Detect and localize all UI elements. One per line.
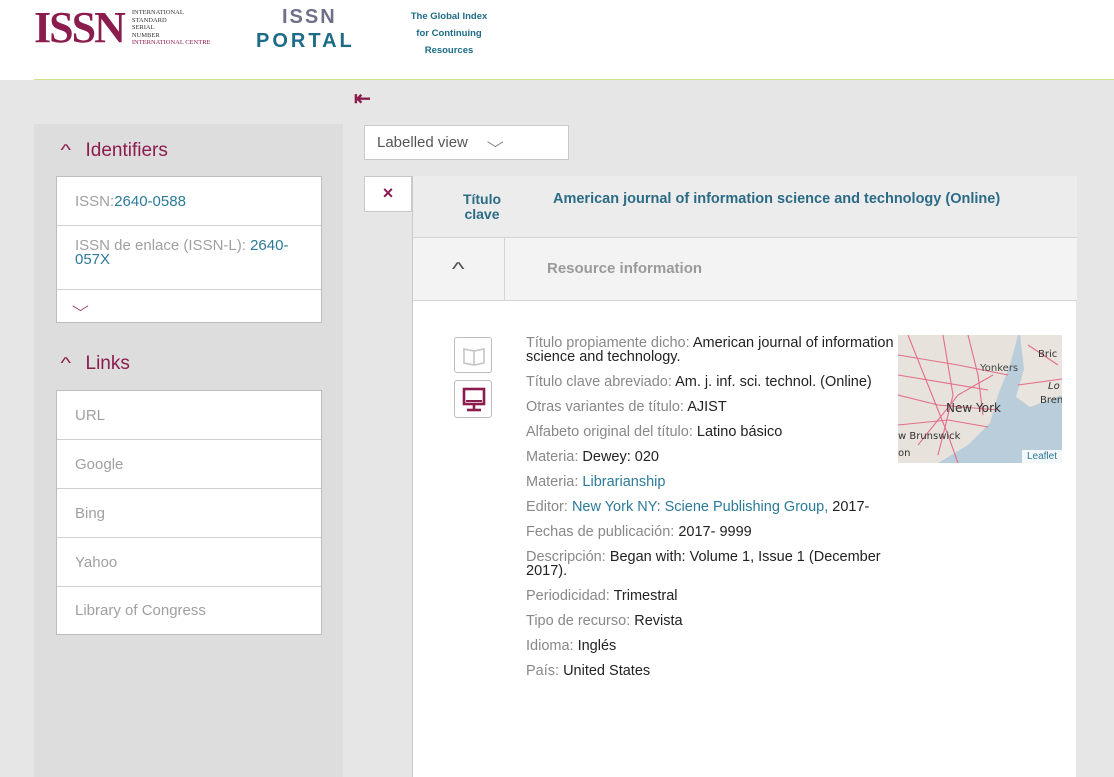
title-value: American journal of information science … — [553, 191, 1001, 207]
tagline-line: The Global Index — [410, 11, 488, 22]
header-divider — [34, 79, 1114, 80]
issn-word: SERIAL — [131, 24, 155, 32]
issn-row[interactable]: ISSN: 2640-0588 — [57, 177, 321, 226]
field-value: AJIST — [687, 399, 727, 415]
field-value: Revista — [634, 613, 683, 629]
links-heading: Links — [85, 353, 130, 374]
field-label: Título clave abreviado: — [526, 374, 676, 390]
field-label: Materia: — [526, 474, 583, 490]
portal-logo-bottom: PORTAL — [256, 30, 355, 52]
field-value: United States — [563, 663, 651, 679]
field-label: Fechas de publicación: — [526, 524, 679, 540]
links-toggle[interactable]: ^ Links — [60, 349, 130, 379]
field-label: Materia: — [526, 449, 583, 465]
show-more-identifiers[interactable]: ⌵ — [57, 290, 321, 322]
publisher-link[interactable]: New York NY: Sciene Publishing Group, — [572, 499, 828, 515]
identifiers-box: ISSN: 2640-0588 ISSN de enlace (ISSN-L):… — [56, 176, 322, 323]
resource-info-heading: Resource information — [547, 260, 703, 277]
chevron-down-icon: ⌵ — [486, 134, 504, 150]
book-icon[interactable] — [454, 337, 492, 373]
identifiers-heading: Identifiers — [85, 140, 168, 161]
location-map[interactable]: Yonkers New York w Brunswick on Bric Bre… — [898, 335, 1062, 463]
link-url[interactable]: URL — [57, 391, 321, 440]
link-bing[interactable]: Bing — [57, 489, 321, 538]
issn-word: STANDARD — [131, 16, 167, 24]
map-label-new-york: New York — [946, 401, 1001, 415]
tagline-line: Resources — [424, 45, 474, 56]
link-library-of-congress[interactable]: Library of Congress — [57, 587, 321, 634]
chevron-up-icon: ^ — [452, 259, 465, 279]
leaflet-attribution-link[interactable]: Leaflet — [1021, 450, 1062, 463]
field-label: Alfabeto original del título: — [526, 424, 697, 440]
computer-icon[interactable] — [454, 380, 492, 418]
field-titulo-abreviado: Título clave abreviado: Am. j. inf. sci.… — [526, 374, 896, 390]
portal-logo[interactable]: ISSN PORTAL — [256, 6, 356, 56]
field-value: Inglés — [577, 638, 617, 654]
field-label: Tipo de recurso: — [526, 613, 635, 629]
map-label-brunswick: w Brunswick — [898, 431, 961, 442]
issn-word: NUMBER — [131, 31, 160, 39]
field-materia-dewey: Materia: Dewey: 020 — [526, 449, 896, 465]
field-label: Otras variantes de título: — [526, 399, 688, 415]
issn-centre: INTERNATIONAL CENTRE — [131, 39, 211, 47]
header: ISSN INTERNATIONAL STANDARD SERIAL NUMBE… — [0, 0, 1114, 80]
issn-value[interactable]: 2640-0588 — [114, 193, 186, 210]
map-label-bren: Bren — [1040, 395, 1062, 406]
field-label: Idioma: — [526, 638, 578, 654]
field-tipo-recurso: Tipo de recurso: Revista — [526, 613, 896, 629]
field-value: 2017- 9999 — [678, 524, 752, 540]
field-value: Latino básico — [696, 424, 783, 440]
issn-label: ISSN: — [75, 192, 115, 210]
tagline-line: for Continuing — [416, 28, 482, 39]
collapse-sidebar-icon[interactable]: ⇤ — [354, 86, 371, 111]
map-label-on: on — [898, 448, 910, 459]
title-label: Título clave — [462, 191, 502, 222]
field-label: Periodicidad: — [526, 588, 614, 604]
field-idioma: Idioma: Inglés — [526, 638, 896, 654]
identifiers-toggle[interactable]: ^ Identifiers — [60, 136, 168, 166]
field-value: 2017- — [828, 499, 870, 515]
map-label-lo: Lo — [1048, 381, 1060, 392]
field-value: Am. j. inf. sci. technol. (Online) — [675, 374, 872, 390]
sidebar: ^ Identifiers ISSN: 2640-0588 ISSN de en… — [34, 124, 343, 777]
issn-word: INTERNATIONAL — [131, 9, 184, 17]
field-materia-subject: Materia: Librarianship — [526, 474, 896, 490]
issn-logo[interactable]: ISSN INTERNATIONAL STANDARD SERIAL NUMBE… — [34, 3, 211, 52]
field-variantes: Otras variantes de título: AJIST — [526, 399, 896, 415]
issn-logo-words: INTERNATIONAL STANDARD SERIAL NUMBER INT… — [132, 9, 211, 47]
map-label-bric: Bric — [1038, 349, 1057, 360]
view-select[interactable]: Labelled view ⌵ — [364, 125, 569, 160]
resource-fields: Título propiamente dicho: American journ… — [526, 336, 896, 689]
chevron-up-icon: ^ — [60, 355, 72, 372]
field-label: Editor: — [526, 499, 572, 515]
close-record-button[interactable]: × — [364, 176, 412, 212]
issn-logo-mark: ISSN — [34, 3, 126, 52]
record-title-bar: Título clave American journal of informa… — [413, 176, 1077, 238]
links-box: URL Google Bing Yahoo Library of Congres… — [56, 390, 322, 635]
resource-info-bar: ^ Resource information — [413, 238, 1077, 301]
field-value: Trimestral — [613, 588, 678, 604]
field-label: País: — [526, 663, 564, 679]
field-descripcion: Descripción: Began with: Volume 1, Issue… — [526, 550, 896, 579]
chevron-down-icon: ⌵ — [71, 297, 89, 314]
field-value: Dewey: 020 — [582, 449, 659, 465]
field-alfabeto: Alfabeto original del título: Latino bás… — [526, 424, 896, 440]
view-select-value: Labelled view — [377, 134, 468, 151]
field-editor: Editor: New York NY: Sciene Publishing G… — [526, 499, 896, 515]
map-label-yonkers: Yonkers — [979, 363, 1018, 374]
resource-info-toggle[interactable]: ^ — [413, 238, 505, 301]
chevron-up-icon: ^ — [60, 142, 72, 159]
field-pais: País: United States — [526, 663, 896, 679]
issnl-row[interactable]: ISSN de enlace (ISSN-L): 2640-057X — [57, 226, 321, 290]
link-google[interactable]: Google — [57, 440, 321, 489]
field-fechas: Fechas de publicación: 2017- 9999 — [526, 524, 896, 540]
field-periodicidad: Periodicidad: Trimestral — [526, 588, 896, 604]
subject-link[interactable]: Librarianship — [582, 474, 665, 490]
tagline: The Global Index for Continuing Resource… — [404, 8, 494, 59]
portal-logo-top: ISSN — [282, 6, 337, 28]
field-titulo-propiamente: Título propiamente dicho: American journ… — [526, 336, 896, 365]
link-yahoo[interactable]: Yahoo — [57, 538, 321, 587]
